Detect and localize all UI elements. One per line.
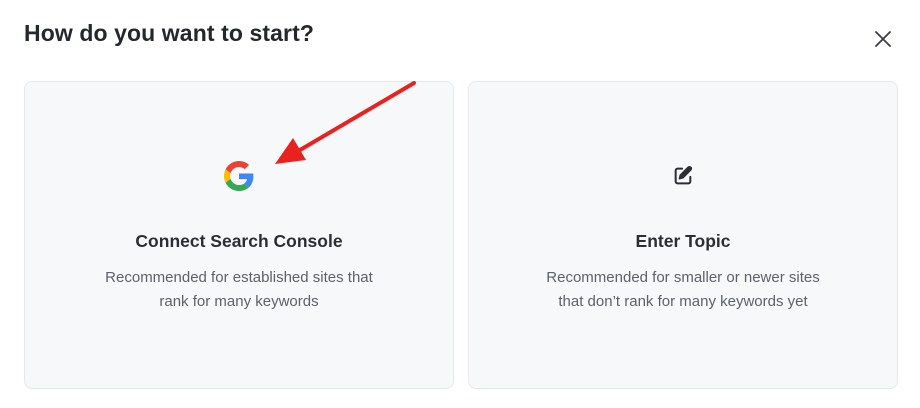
card-description-line: rank for many keywords (159, 293, 319, 310)
connect-search-console-card[interactable]: Connect Search Console Recommended for e… (24, 81, 454, 389)
edit-icon (668, 161, 698, 191)
card-description: Recommended for smaller or newer sites t… (509, 266, 857, 314)
close-button[interactable] (870, 26, 896, 52)
start-dialog: How do you want to start? Connect Search… (0, 0, 920, 408)
card-description-line: Recommended for smaller or newer sites (546, 269, 820, 286)
card-title: Connect Search Console (135, 231, 343, 251)
card-description-line: Recommended for established sites that (105, 269, 373, 286)
card-description-line: that don’t rank for many keywords yet (558, 293, 808, 310)
enter-topic-card[interactable]: Enter Topic Recommended for smaller or n… (468, 81, 898, 389)
google-g-icon (224, 161, 254, 191)
card-description: Recommended for established sites that r… (65, 266, 413, 314)
close-icon (875, 31, 891, 47)
dialog-title: How do you want to start? (24, 20, 314, 46)
card-title: Enter Topic (635, 231, 731, 251)
start-options: Connect Search Console Recommended for e… (24, 81, 898, 389)
